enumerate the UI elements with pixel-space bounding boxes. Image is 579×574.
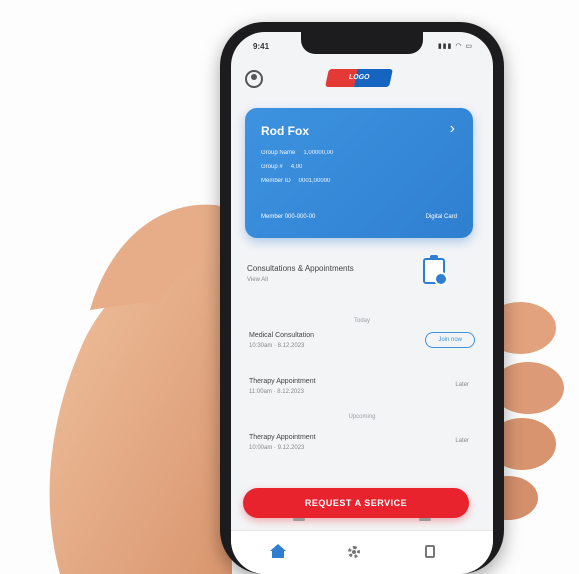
card-member: Member 000-000-00 <box>261 214 316 220</box>
appointment-item[interactable]: Therapy Appointment 10:00am · 9.12.2023 … <box>249 434 479 464</box>
card-row-member-id: Member ID 0001,00000 <box>261 178 331 184</box>
tab-documents[interactable] <box>423 545 437 559</box>
gear-icon <box>348 546 360 558</box>
status-bar: 9:41 ▮▮▮ ◠ ▭ <box>231 40 493 54</box>
phone-screen: 9:41 ▮▮▮ ◠ ▭ LOGO Rod Fox › Group Name 1,… <box>231 32 493 574</box>
photo-stage: 9:41 ▮▮▮ ◠ ▭ LOGO Rod Fox › Group Name 1,… <box>0 0 579 574</box>
appointment-title: Therapy Appointment <box>249 378 316 385</box>
chevron-right-icon[interactable]: › <box>450 120 455 138</box>
document-icon <box>425 545 435 558</box>
digital-card-link[interactable]: Digital Card <box>426 214 457 220</box>
divider-upcoming: Upcoming <box>348 414 376 420</box>
clipboard-icon[interactable] <box>423 255 448 286</box>
appointment-item[interactable]: Therapy Appointment 11:00am · 8.12.2023 … <box>249 378 479 408</box>
card-row-group-number: Group #4,00 <box>261 164 303 170</box>
appointment-status: Later <box>455 438 469 444</box>
tab-home[interactable] <box>270 544 286 559</box>
profile-icon[interactable] <box>245 70 263 88</box>
phone-frame: 9:41 ▮▮▮ ◠ ▭ LOGO Rod Fox › Group Name 1,… <box>220 22 504 574</box>
brand-logo: LOGO <box>325 69 393 87</box>
member-card[interactable]: Rod Fox › Group Name 1,00000,00 Group #4,… <box>245 108 473 238</box>
page-indicator <box>293 518 305 521</box>
status-icons: ▮▮▮ ◠ ▭ <box>437 43 473 50</box>
divider-today: Today <box>353 318 370 324</box>
appointment-datetime: 11:00am · 8.12.2023 <box>249 389 304 395</box>
appointment-datetime: 10:00am · 9.12.2023 <box>249 445 305 451</box>
status-time: 9:41 <box>253 42 270 51</box>
appointment-item[interactable]: Medical Consultation 10:30am · 8.12.2023… <box>249 332 479 362</box>
join-button[interactable]: Join now <box>425 332 475 348</box>
top-bar: LOGO <box>231 66 493 96</box>
page-indicator <box>419 518 431 521</box>
request-service-button[interactable]: REQUEST A SERVICE <box>243 488 469 518</box>
member-name: Rod Fox <box>261 124 309 138</box>
tab-settings[interactable] <box>347 545 361 559</box>
card-row-group-name: Group Name 1,00000,00 <box>261 150 334 156</box>
appointment-title: Therapy Appointment <box>249 434 316 441</box>
tab-bar <box>231 530 493 574</box>
appointment-status: Later <box>455 382 469 388</box>
